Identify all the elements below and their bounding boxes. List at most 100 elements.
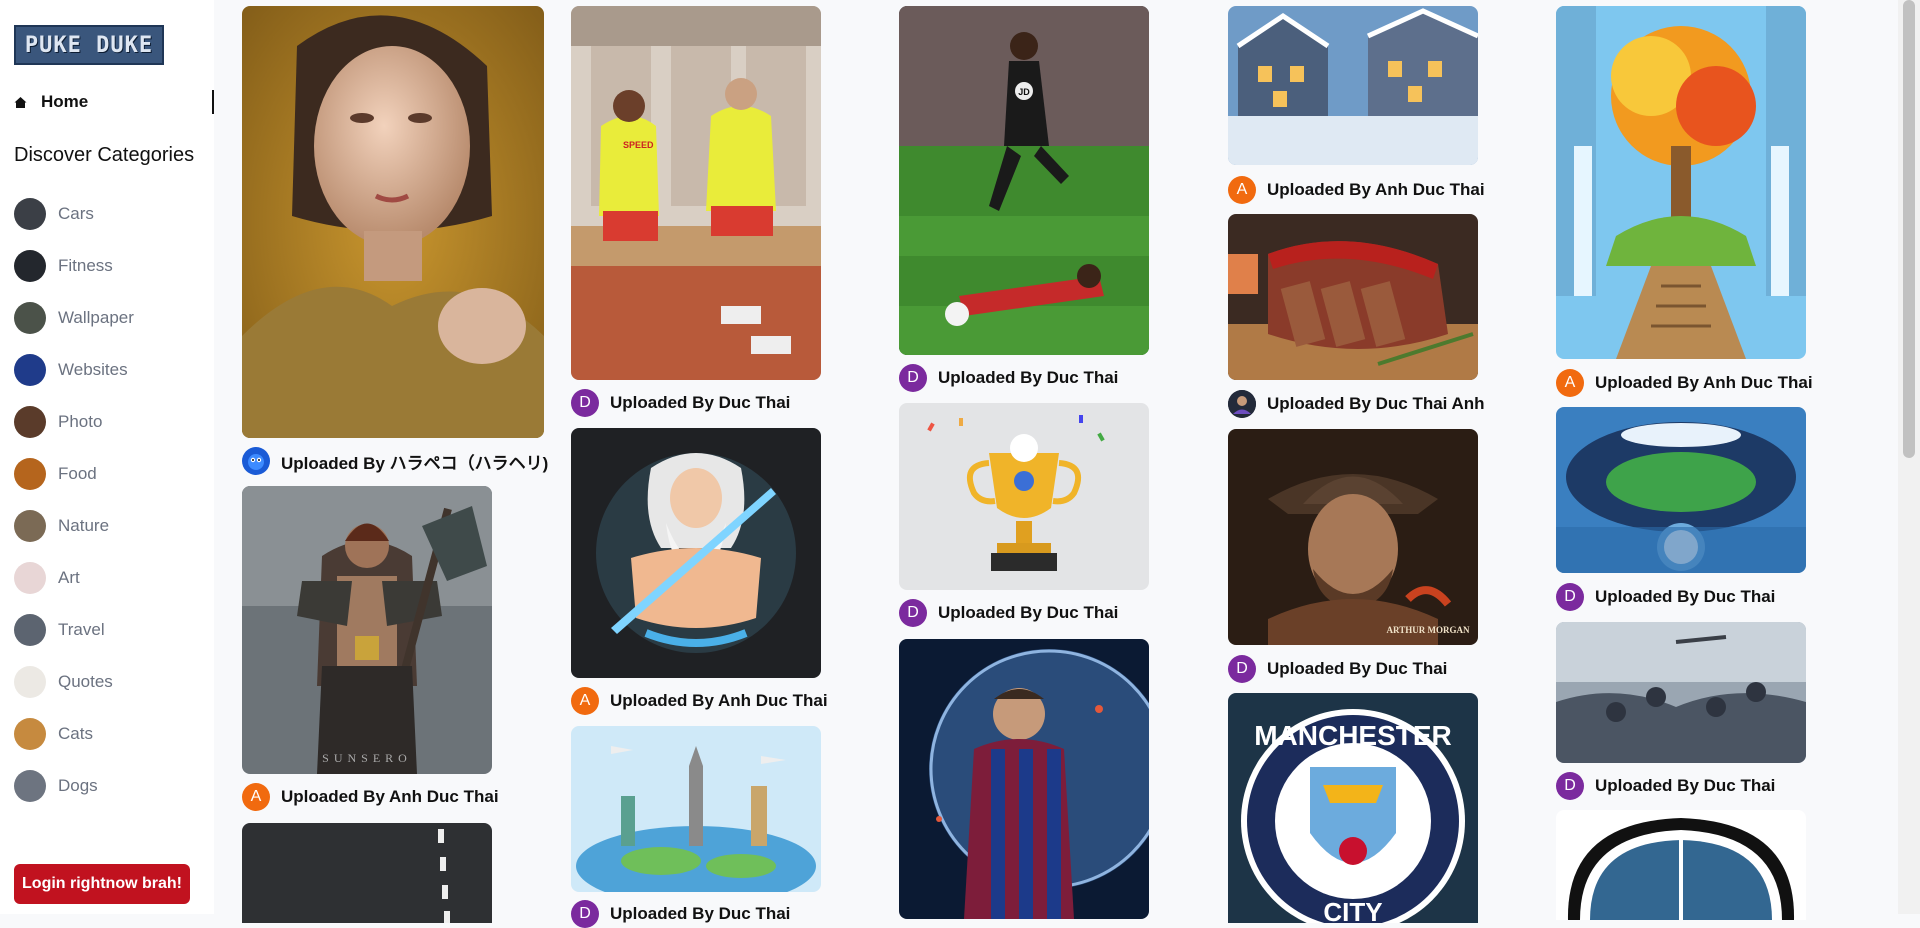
arthur-morgan-text: ARTHUR MORGAN [1387, 625, 1470, 635]
uploader-name: Uploaded By Duc Thai [610, 904, 791, 923]
pin-uploader[interactable]: D Uploaded By Duc Thai [1228, 655, 1447, 683]
pin-uploader[interactable]: D Uploaded By Duc Thai [1556, 583, 1775, 611]
sidebar-item-cars[interactable]: Cars [14, 188, 134, 240]
uploader-name: Uploaded By Duc Thai [938, 603, 1119, 622]
page-scrollbar[interactable] [1898, 0, 1920, 914]
uploader-name: Uploaded By Duc Thai [610, 393, 791, 412]
category-thumbnail [14, 666, 46, 698]
pin-image-mancity[interactable]: MANCHESTER 18 94 CITY [1228, 693, 1478, 923]
sidebar-item-food[interactable]: Food [14, 448, 134, 500]
pin-uploader[interactable]: A Uploaded By Anh Duc Thai [1228, 176, 1485, 204]
uploader-name: Uploaded By Duc Thai [1595, 587, 1776, 606]
uploader-avatar: D [899, 364, 927, 392]
category-thumbnail [14, 770, 46, 802]
uploader-avatar: A [242, 783, 270, 811]
category-thumbnail [14, 458, 46, 490]
uploader-name: Uploaded By Duc Thai Anh [1267, 394, 1485, 413]
uploader-avatar: A [1556, 369, 1584, 397]
sidebar-item-label: Art [58, 568, 80, 587]
uploader-avatar: A [1228, 176, 1256, 204]
uploader-name: Uploaded By Duc Thai [938, 368, 1119, 387]
uploader-avatar [1228, 390, 1256, 418]
pin-image-meatloaf[interactable] [1228, 214, 1478, 380]
category-thumbnail [14, 510, 46, 542]
pin-image-world[interactable] [571, 726, 821, 892]
uploader-name: Uploaded By Anh Duc Thai [281, 787, 499, 806]
pin-image-messi[interactable] [899, 639, 1149, 919]
sidebar-item-label: Dogs [58, 776, 98, 795]
uploader-name: Uploaded By Duc Thai [1267, 659, 1448, 678]
sunsero-watermark: SUNSERO [322, 751, 412, 765]
sidebar-item-photo[interactable]: Photo [14, 396, 134, 448]
sidebar-item-label: Photo [58, 412, 103, 431]
pin-uploader[interactable]: D Uploaded By Duc Thai [899, 364, 1118, 392]
sidebar-item-wallpaper[interactable]: Wallpaper [14, 292, 134, 344]
uploader-name: Uploaded By Duc Thai [1595, 776, 1776, 795]
sidebar-item-label: Websites [58, 360, 128, 379]
profile-photo-icon [1228, 390, 1256, 418]
pin-image-road[interactable] [242, 823, 492, 923]
pin-image-elephant[interactable] [1556, 810, 1806, 920]
pin-uploader[interactable]: D Uploaded By Duc Thai [571, 900, 790, 928]
sidebar-item-art[interactable]: Art [14, 552, 134, 604]
sidebar-item-label: Cats [58, 724, 93, 743]
pin-image-battle[interactable] [1556, 622, 1806, 763]
kit-text: SPEED [623, 140, 654, 150]
sidebar-item-quotes[interactable]: Quotes [14, 656, 134, 708]
scrollbar-thumb[interactable] [1903, 0, 1915, 458]
sidebar-item-label: Fitness [58, 256, 113, 275]
jd-logo-text: JD [1018, 87, 1030, 97]
uploader-avatar: A [571, 687, 599, 715]
pin-uploader[interactable]: D Uploaded By Duc Thai [899, 599, 1118, 627]
login-button[interactable]: Login rightnow brah! [14, 864, 190, 904]
pin-image-trophy[interactable] [899, 403, 1149, 590]
pin-image-girl[interactable] [242, 6, 544, 438]
sidebar: PUKE DUKE Home Discover Categories Cars F… [0, 0, 214, 914]
uploader-avatar [242, 447, 270, 475]
sidebar-item-travel[interactable]: Travel [14, 604, 134, 656]
pin-image-soccer[interactable]: JD [899, 6, 1149, 355]
sidebar-item-websites[interactable]: Websites [14, 344, 134, 396]
sidebar-item-label: Nature [58, 516, 110, 535]
pin-uploader[interactable]: D Uploaded By Duc Thai [571, 389, 790, 417]
pin-image-locker[interactable]: SPEED [571, 6, 821, 380]
badge-year-left: 18 [1280, 809, 1300, 829]
category-thumbnail [14, 614, 46, 646]
pin-image-snow[interactable] [1228, 6, 1478, 165]
category-list: Cars Fitness Wallpaper Websites Photo Food Nat… [14, 188, 134, 812]
sidebar-item-dogs[interactable]: Dogs [14, 760, 134, 812]
uploader-avatar: D [571, 389, 599, 417]
pin-uploader[interactable]: D Uploaded By Duc Thai [1556, 772, 1775, 800]
pin-uploader[interactable]: A Uploaded By Anh Duc Thai [571, 687, 828, 715]
blue-creature-icon [248, 454, 264, 470]
sidebar-item-label: Wallpaper [58, 308, 134, 327]
pin-uploader[interactable]: A Uploaded By Anh Duc Thai [242, 783, 499, 811]
pin-image-stadium[interactable] [1556, 407, 1806, 573]
uploader-name: Uploaded By ハラペコ（ハラヘリ) [281, 453, 549, 473]
badge-top-text: MANCHESTER [1254, 720, 1452, 751]
pin-uploader[interactable]: Uploaded By Duc Thai Anh [1228, 390, 1485, 418]
uploader-avatar: D [1556, 583, 1584, 611]
sidebar-item-nature[interactable]: Nature [14, 500, 134, 552]
pin-image-tree[interactable] [1556, 6, 1806, 359]
discover-categories-title: Discover Categories [14, 144, 195, 166]
sidebar-item-label: Travel [58, 620, 105, 639]
uploader-name: Uploaded By Anh Duc Thai [1267, 180, 1485, 199]
category-thumbnail [14, 354, 46, 386]
uploader-avatar: D [899, 599, 927, 627]
uploader-name: Uploaded By Anh Duc Thai [610, 691, 828, 710]
pin-uploader[interactable]: A Uploaded By Anh Duc Thai [1556, 369, 1813, 397]
pin-image-zeus[interactable] [571, 428, 821, 678]
pin-uploader[interactable]: Uploaded By ハラペコ（ハラヘリ) [242, 447, 548, 475]
sidebar-item-label: Food [58, 464, 97, 483]
category-thumbnail [14, 562, 46, 594]
sidebar-item-fitness[interactable]: Fitness [14, 240, 134, 292]
uploader-avatar: D [571, 900, 599, 928]
nav-home[interactable]: Home [14, 90, 214, 114]
category-thumbnail [14, 302, 46, 334]
uploader-avatar: D [1556, 772, 1584, 800]
site-logo[interactable]: PUKE DUKE [14, 25, 164, 65]
sidebar-item-cats[interactable]: Cats [14, 708, 134, 760]
pin-image-cowboy[interactable]: ARTHUR MORGAN [1228, 429, 1478, 645]
pin-image-warrior[interactable]: SUNSERO [242, 486, 492, 774]
